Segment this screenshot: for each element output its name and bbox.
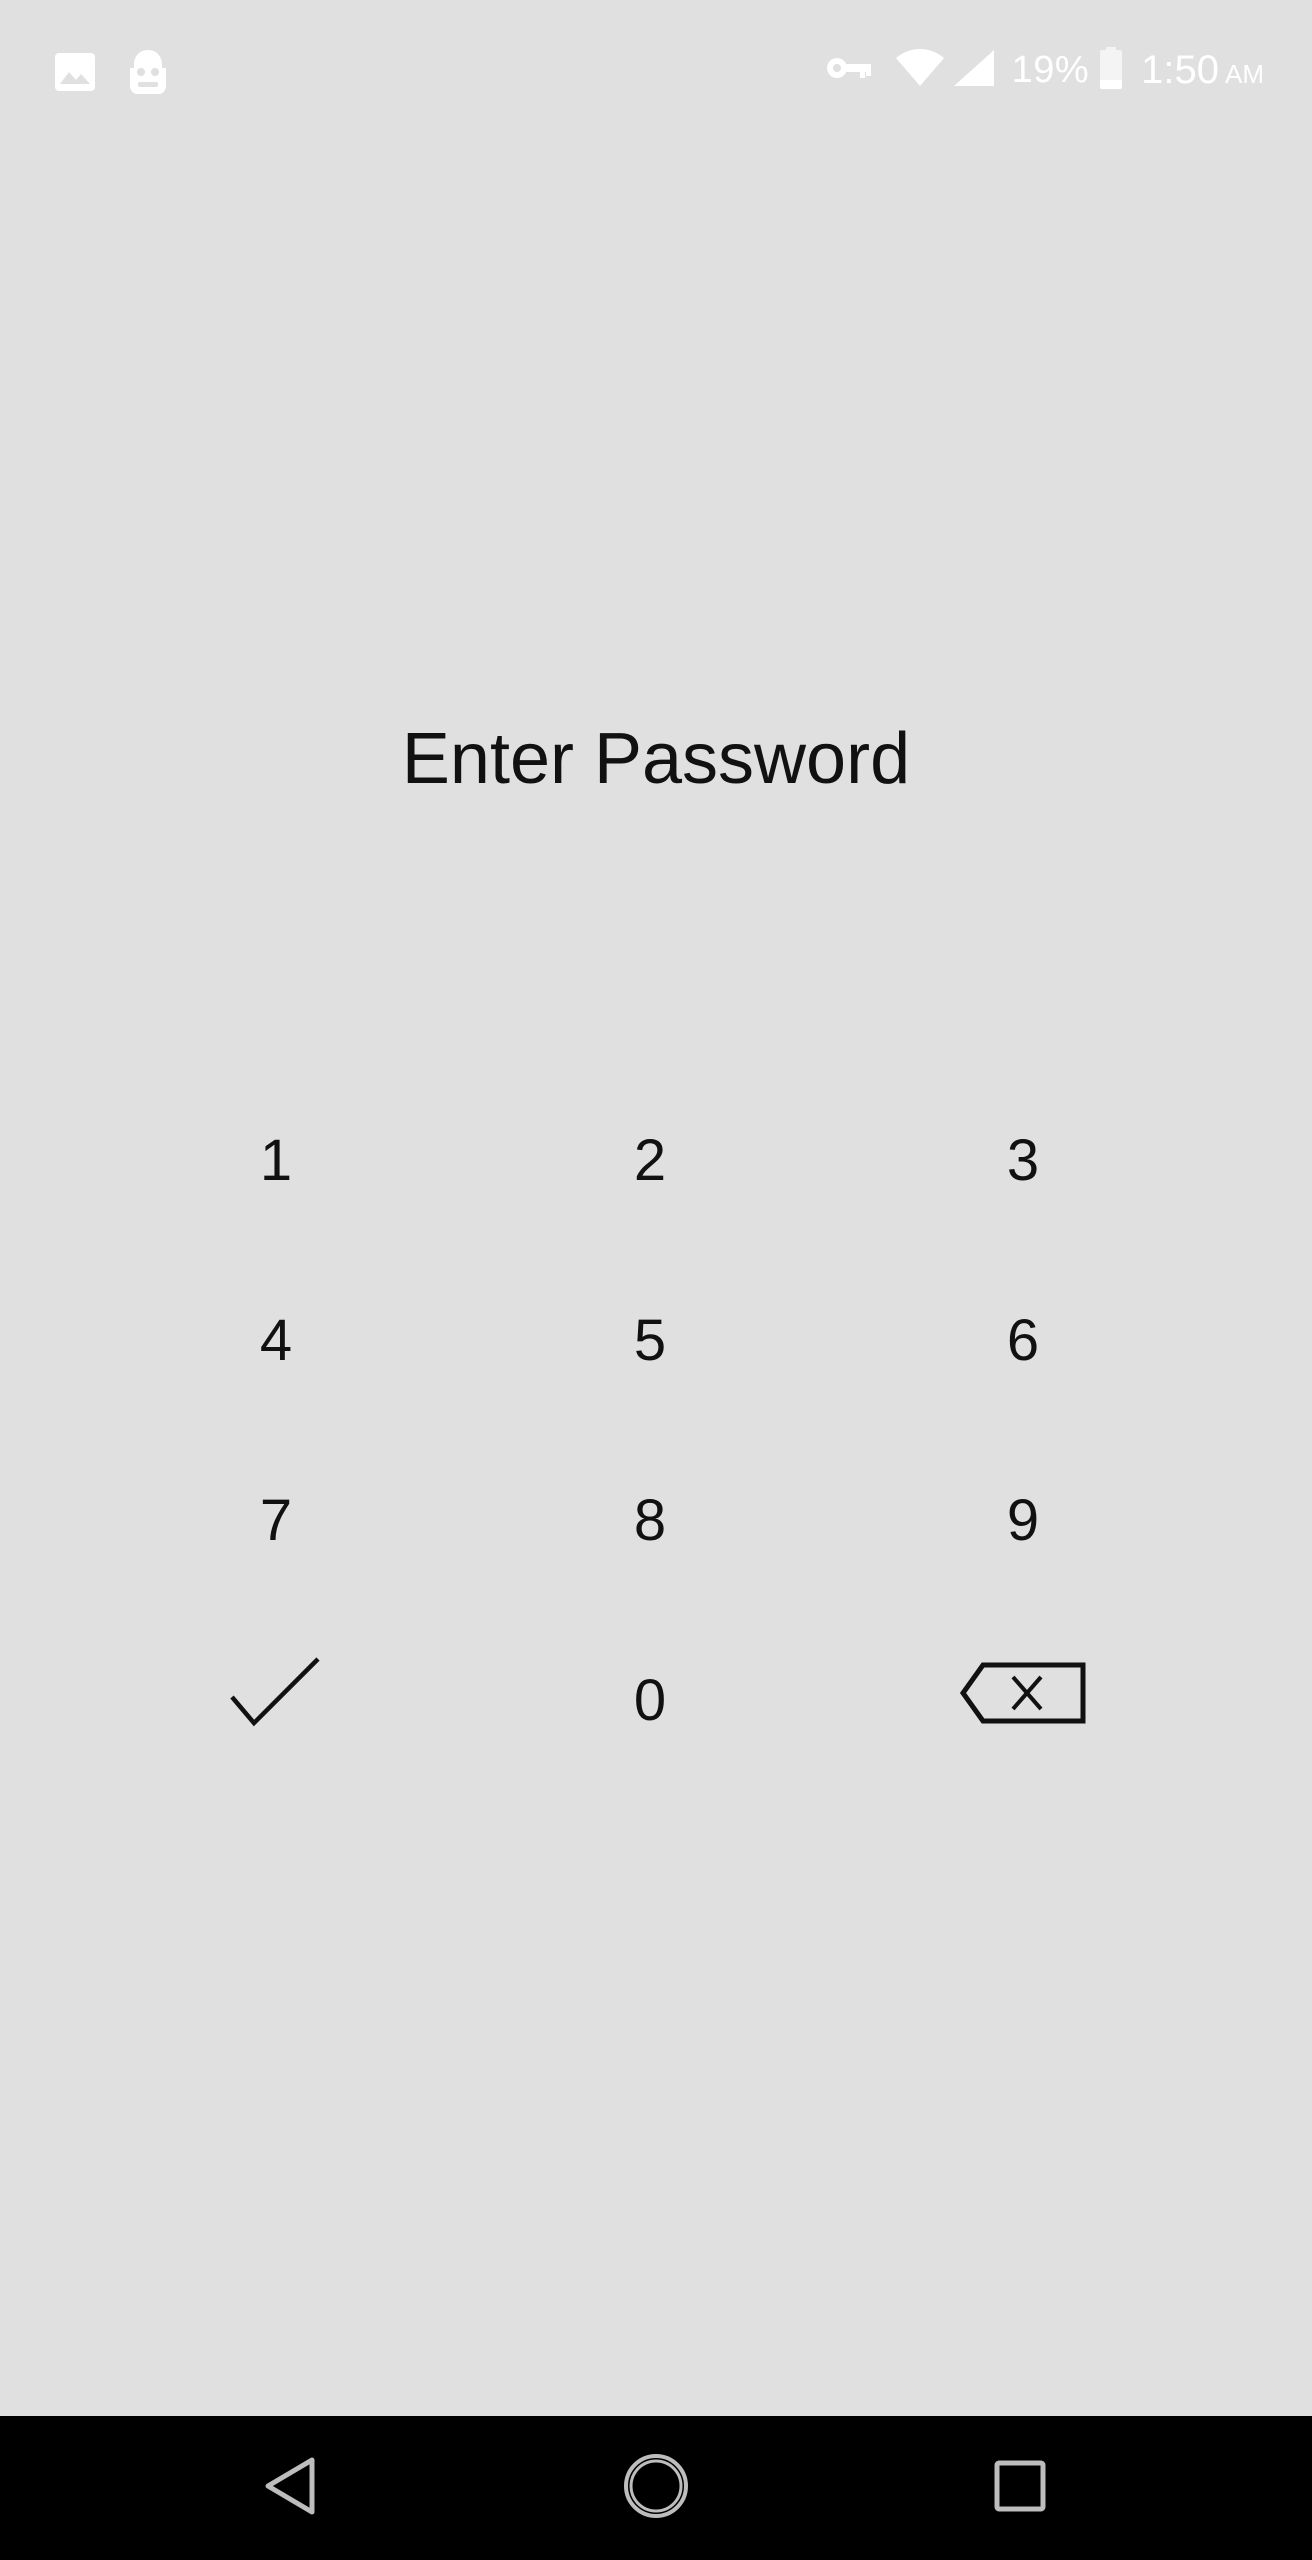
- image-notification-icon: [54, 51, 96, 98]
- backspace-button[interactable]: [923, 1625, 1123, 1775]
- key-6[interactable]: 6: [923, 1265, 1123, 1415]
- status-bar-system: 19% 1:50 AM: [826, 46, 1264, 95]
- key-4[interactable]: 4: [176, 1265, 376, 1415]
- key-1[interactable]: 1: [176, 1085, 376, 1235]
- status-bar-notifications: [54, 48, 170, 101]
- key-3[interactable]: 3: [923, 1085, 1123, 1235]
- status-bar: 19% 1:50 AM: [0, 0, 1312, 144]
- cellular-signal-icon: [952, 48, 996, 93]
- battery-icon: [1099, 46, 1123, 95]
- home-icon: [622, 2452, 690, 2525]
- status-clock-ampm: AM: [1225, 59, 1264, 89]
- status-clock: 1:50: [1141, 48, 1219, 92]
- confirm-button[interactable]: [176, 1625, 376, 1775]
- back-icon: [262, 2456, 318, 2521]
- vpn-key-icon: [826, 55, 872, 86]
- battery-percent: 19%: [1011, 49, 1090, 91]
- checkmark-icon: [228, 1655, 324, 1745]
- key-2[interactable]: 2: [550, 1085, 750, 1235]
- nav-recents-button[interactable]: [970, 2438, 1070, 2538]
- nav-back-button[interactable]: [240, 2438, 340, 2538]
- key-0[interactable]: 0: [550, 1625, 750, 1775]
- nav-home-button[interactable]: [606, 2438, 706, 2538]
- wifi-icon: [894, 48, 946, 93]
- recents-icon: [994, 2460, 1046, 2517]
- key-5[interactable]: 5: [550, 1265, 750, 1415]
- key-7[interactable]: 7: [176, 1445, 376, 1595]
- backspace-icon: [959, 1661, 1087, 1739]
- navigation-bar: [0, 2416, 1312, 2560]
- vpn-robot-icon: [126, 48, 170, 101]
- page-title: Enter Password: [401, 719, 911, 799]
- key-8[interactable]: 8: [550, 1445, 750, 1595]
- key-9[interactable]: 9: [923, 1445, 1123, 1595]
